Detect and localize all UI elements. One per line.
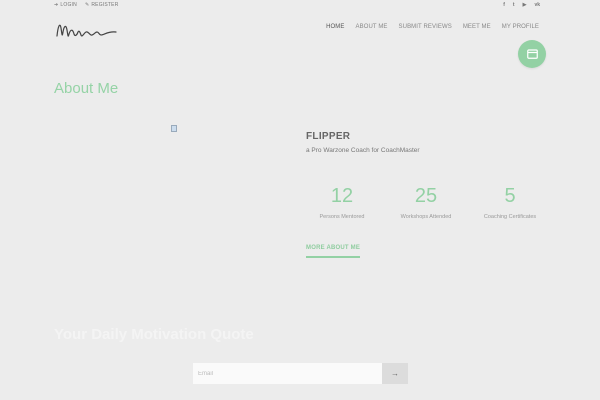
calendar-icon xyxy=(526,49,538,59)
stat-coaching-certificates: 5 Coaching Certificates xyxy=(460,185,560,220)
nav-item-home[interactable]: HOME xyxy=(326,24,344,30)
social-links: f t ▶ vk xyxy=(503,2,540,8)
login-link[interactable]: ➜ LOGIN xyxy=(54,2,77,8)
nav-item-submit-reviews[interactable]: SUBMIT REVIEWS xyxy=(399,24,452,30)
youtube-icon[interactable]: ▶ xyxy=(523,2,527,8)
register-label: REGISTER xyxy=(91,2,119,8)
logo-signature xyxy=(56,24,117,37)
subscribe-submit-button[interactable]: → xyxy=(382,363,408,384)
nav-item-my-profile[interactable]: MY PROFILE xyxy=(502,24,539,30)
arrow-right-icon: → xyxy=(391,369,399,378)
login-label: LOGIN xyxy=(60,2,77,8)
more-about-me-link[interactable]: MORE ABOUT ME xyxy=(306,245,361,258)
register-link[interactable]: ✎ REGISTER xyxy=(85,2,119,8)
vk-icon[interactable]: vk xyxy=(534,2,540,8)
profile-name: FLIPPER xyxy=(306,131,351,142)
about-me-title: About Me xyxy=(54,80,119,97)
profile-subtitle: a Pro Warzone Coach for CoachMaster xyxy=(306,147,420,154)
calendar-button[interactable] xyxy=(518,40,546,68)
daily-quote-title: Your Daily Motivation Quote xyxy=(54,326,254,343)
twitter-icon[interactable]: t xyxy=(513,2,515,8)
main-nav: HOME ABOUT ME SUBMIT REVIEWS MEET ME MY … xyxy=(326,24,539,30)
top-utility-bar: ➜ LOGIN ✎ REGISTER xyxy=(54,2,119,8)
nav-item-meet-me[interactable]: MEET ME xyxy=(463,24,491,30)
profile-image-placeholder xyxy=(171,125,177,132)
email-field[interactable] xyxy=(193,363,382,384)
stat-value: 5 xyxy=(504,185,516,207)
login-icon: ➜ xyxy=(54,2,59,8)
stat-label: Coaching Certificates xyxy=(483,214,537,220)
nav-item-about-me[interactable]: ABOUT ME xyxy=(356,24,388,30)
site-logo[interactable] xyxy=(54,18,118,46)
pencil-icon: ✎ xyxy=(84,2,90,8)
facebook-icon[interactable]: f xyxy=(503,2,505,8)
